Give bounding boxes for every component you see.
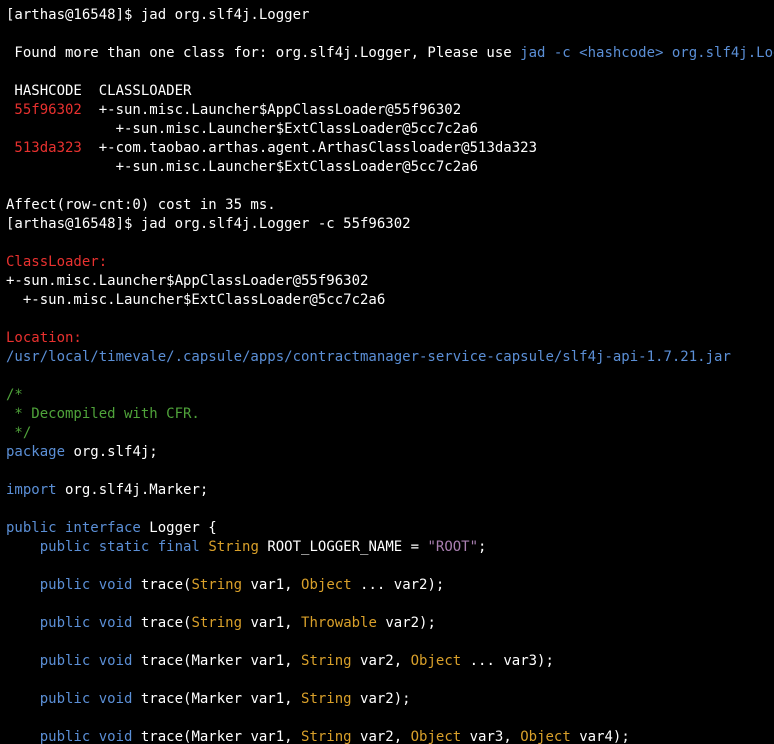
field-name: ROOT_LOGGER_NAME = (258, 539, 428, 555)
location-path: /usr/local/timevale/.capsule/apps/contra… (6, 349, 731, 365)
interface-keyword: public interface (6, 520, 141, 536)
param-type: String (301, 729, 352, 744)
command-text: jad org.slf4j.Logger (140, 7, 310, 23)
method-modifiers: public void (39, 577, 133, 593)
field-declaration: public static final String ROOT_LOGGER_N… (39, 539, 487, 555)
interface-declaration: public interface Logger { (6, 519, 217, 538)
comment-line: /* (6, 387, 23, 403)
comment-line: * Decompiled with CFR. (6, 406, 200, 422)
import-name: org.slf4j.Marker; (56, 482, 209, 498)
warning-text: Found more than one class for: org.slf4j… (6, 45, 521, 61)
param-type: Object (301, 577, 352, 593)
comment-line: */ (6, 425, 32, 441)
table-header: HASHCODE CLASSLOADER (6, 83, 192, 99)
classloader-entry: +-sun.misc.Launcher$AppClassLoader@55f96… (6, 273, 369, 289)
hashcode-cell: 513da323 (6, 140, 82, 156)
param-type: String (191, 615, 243, 631)
classloader-entry: +-sun.misc.Launcher$ExtClassLoader@5cc7c… (6, 292, 386, 308)
field-value: "ROOT" (427, 539, 479, 555)
package-keyword: package (6, 444, 66, 460)
method-declaration: public void trace(Marker var1, String va… (39, 729, 630, 744)
prompt-line: [arthas@16548]$ jad org.slf4j.Logger -c … (6, 215, 411, 234)
method-declaration: public void trace(Marker var1, String va… (39, 653, 554, 669)
method-declaration: public void trace(String var1, Object ..… (39, 577, 445, 593)
table-row: 513da323 +-com.taobao.arthas.agent.Artha… (6, 139, 537, 158)
warning-line: Found more than one class for: org.slf4j… (6, 44, 774, 63)
prompt-line: [arthas@16548]$ jad org.slf4j.Logger (6, 6, 309, 25)
interface-name: Logger { (140, 520, 217, 536)
classloader-cell: +-com.taobao.arthas.agent.ArthasClassloa… (81, 140, 538, 156)
table-row: 55f96302 +-sun.misc.Launcher$AppClassLoa… (6, 101, 461, 120)
import-line: import org.slf4j.Marker; (6, 481, 208, 500)
classloader-cell: +-sun.misc.Launcher$ExtClassLoader@5cc7c… (6, 159, 479, 175)
hashcode-cell: 55f96302 (6, 102, 82, 118)
affect-line: Affect(row-cnt:0) cost in 35 ms. (6, 197, 276, 213)
usage-hint: jad -c <hashcode> org.slf4j.Logger (520, 45, 774, 61)
classloader-label: ClassLoader: (6, 254, 108, 270)
location-label: Location: (6, 330, 82, 346)
shell-prompt: [arthas@16548]$ (6, 216, 141, 232)
classloader-cell: +-sun.misc.Launcher$AppClassLoader@55f96… (81, 102, 462, 118)
method-modifiers: public void (39, 729, 133, 744)
import-keyword: import (6, 482, 57, 498)
param-type: String (191, 577, 243, 593)
terminal-window[interactable]: [arthas@16548]$ jad org.slf4j.Logger Fou… (0, 0, 774, 744)
param-type: String (301, 691, 352, 707)
classloader-cell: +-sun.misc.Launcher$ExtClassLoader@5cc7c… (6, 121, 479, 137)
param-type: Object (520, 729, 571, 744)
package-line: package org.slf4j; (6, 443, 158, 462)
method-declaration: public void trace(String var1, Throwable… (39, 615, 436, 631)
table-row: +-sun.misc.Launcher$ExtClassLoader@5cc7c… (6, 120, 478, 139)
param-type: Throwable (301, 615, 377, 631)
field-modifiers: public static final (39, 539, 200, 555)
package-name: org.slf4j; (65, 444, 158, 460)
field-type: String (208, 539, 259, 555)
method-declaration: public void trace(Marker var1, String va… (39, 691, 411, 707)
method-modifiers: public void (39, 691, 133, 707)
param-type: Object (410, 653, 462, 669)
shell-prompt: [arthas@16548]$ (6, 7, 141, 23)
method-modifiers: public void (39, 615, 133, 631)
param-type: Object (410, 729, 462, 744)
table-row: +-sun.misc.Launcher$ExtClassLoader@5cc7c… (6, 158, 478, 177)
method-modifiers: public void (39, 653, 133, 669)
command-text: jad org.slf4j.Logger -c 55f96302 (140, 216, 411, 232)
param-type: String (301, 653, 352, 669)
